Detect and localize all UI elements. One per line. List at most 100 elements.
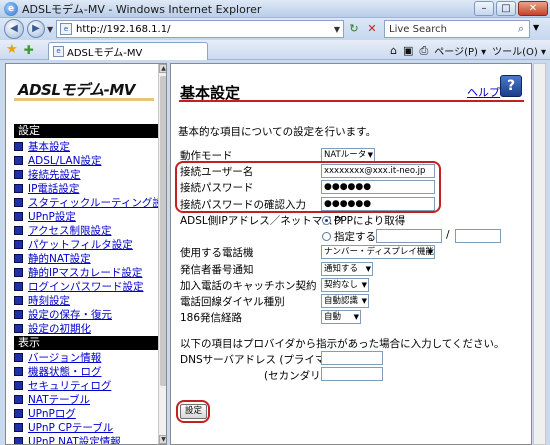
menu-item[interactable]: 基本設定 [14, 139, 166, 154]
help-link[interactable]: ヘルプ [467, 84, 500, 100]
browser-tab[interactable]: e ADSLモデム-MV [48, 42, 208, 60]
menu-item[interactable]: NATテーブル [14, 392, 121, 406]
page-menu[interactable]: ページ(P) ▾ [434, 43, 486, 58]
menu-link-ip-masquerade[interactable]: 静的IPマスカレード設定 [28, 265, 142, 280]
bullet-icon [14, 295, 23, 305]
menu-item[interactable]: スタティックルーティング設定 [14, 195, 166, 210]
dns-secondary-field[interactable] [321, 367, 383, 381]
menu-item[interactable]: IP電話設定 [14, 181, 166, 196]
minimize-icon[interactable]: – [474, 1, 494, 16]
menu-link-static-nat[interactable]: 静的NAT設定 [28, 251, 91, 266]
search-dropdown-icon[interactable]: ▼ [533, 23, 539, 32]
bullet-icon [14, 141, 23, 151]
dns-primary-field[interactable] [321, 351, 383, 365]
bullet-icon [14, 155, 23, 165]
menu-link-initialize[interactable]: 設定の初期化 [28, 321, 91, 336]
favorites-star-icon[interactable]: ★ [6, 42, 18, 57]
bullet-icon [14, 352, 23, 362]
search-icon[interactable]: ⌕ [513, 22, 529, 36]
bullet-icon [14, 253, 23, 263]
settings-section-heading: 設定 [14, 124, 162, 138]
menu-link-nat-table[interactable]: NATテーブル [28, 392, 90, 407]
close-icon[interactable]: ✕ [518, 1, 548, 16]
menu-item[interactable]: UPnPログ [14, 406, 121, 420]
menu-item[interactable]: 静的IPマスカレード設定 [14, 265, 166, 280]
menu-link-connection[interactable]: 接続先設定 [28, 167, 81, 182]
caller-id-select[interactable]: 通知する ▼ [321, 262, 373, 276]
main-scrollbar[interactable] [533, 63, 546, 445]
menu-item[interactable]: セキュリティログ [14, 378, 121, 392]
dial-type-select[interactable]: 自動認識 ▼ [321, 294, 369, 308]
phone-device-select[interactable]: ナンバー・ディスプレイ機能なし▼ [321, 245, 435, 259]
menu-link-login-password[interactable]: ログインパスワード設定 [28, 279, 144, 294]
feeds-icon[interactable]: ▣ [403, 44, 413, 57]
menu-item[interactable]: 設定の保存・復元 [14, 307, 166, 322]
menu-link-save-restore[interactable]: 設定の保存・復元 [28, 307, 112, 322]
menu-item[interactable]: パケットフィルタ設定 [14, 237, 166, 252]
bullet-icon [14, 281, 23, 291]
menu-item[interactable]: UPnP NAT設定情報 [14, 434, 121, 445]
stop-icon[interactable]: ✕ [364, 21, 380, 37]
op-mode-value: NATルータ [324, 150, 367, 160]
wan-ip-field[interactable] [376, 229, 442, 243]
netmask-field[interactable] [455, 229, 501, 243]
menu-item[interactable]: アクセス制限設定 [14, 223, 166, 238]
menu-link-time[interactable]: 時刻設定 [28, 293, 70, 308]
catch-phone-label: 加入電話のキャッチホン契約 [180, 280, 317, 292]
menu-link-device-status[interactable]: 機器状態・ログ [28, 364, 102, 379]
submit-button[interactable]: 設定 [180, 404, 207, 419]
menu-link-basic[interactable]: 基本設定 [28, 139, 70, 154]
menu-item[interactable]: 接続先設定 [14, 167, 166, 182]
manual-radio[interactable] [322, 232, 331, 241]
add-favorite-icon[interactable]: ✚ [24, 43, 34, 57]
url-dropdown-icon[interactable]: ▼ [331, 25, 343, 34]
menu-link-security-log[interactable]: セキュリティログ [28, 378, 111, 393]
left-scrollbar[interactable]: ▲ ▼ [158, 64, 166, 444]
forward-icon[interactable]: ▶ [27, 20, 45, 38]
dial-type-label: 電話回線ダイヤル種別 [180, 296, 285, 308]
menu-link-version[interactable]: バージョン情報 [28, 350, 101, 365]
bullet-icon [14, 380, 23, 390]
menu-item[interactable]: 設定の初期化 [14, 321, 166, 336]
tools-menu[interactable]: ツール(O) ▾ [492, 43, 546, 58]
route-186-select[interactable]: 自動 ▼ [321, 310, 361, 324]
scroll-down-icon[interactable]: ▼ [159, 435, 166, 444]
menu-link-upnp-cp-table[interactable]: UPnP CPテーブル [28, 420, 113, 435]
menu-item[interactable]: ログインパスワード設定 [14, 279, 166, 294]
maximize-icon[interactable]: □ [496, 1, 516, 16]
menu-item[interactable]: バージョン情報 [14, 350, 121, 364]
url-text[interactable]: http://192.168.1.1/ [76, 24, 331, 35]
menu-link-static-routing[interactable]: スタティックルーティング設定 [28, 195, 166, 210]
dns-secondary-label: (セカンダリ) [264, 370, 325, 382]
caller-id-value: 通知する [324, 264, 359, 274]
search-input[interactable]: Live Search ⌕ [384, 20, 530, 38]
search-placeholder[interactable]: Live Search [389, 24, 513, 35]
menu-link-access-restriction[interactable]: アクセス制限設定 [28, 223, 111, 238]
menu-link-adsl-lan[interactable]: ADSL/LAN設定 [28, 153, 101, 168]
catch-phone-select[interactable]: 契約なし ▼ [321, 278, 369, 292]
menu-item[interactable]: ADSL/LAN設定 [14, 153, 166, 168]
menu-link-packet-filter[interactable]: パケットフィルタ設定 [28, 237, 133, 252]
ppp-radio[interactable] [322, 216, 331, 225]
home-icon[interactable]: ⌂ [390, 44, 397, 57]
op-mode-select[interactable]: NATルータ ▼ [321, 148, 375, 162]
menu-item[interactable]: UPnP CPテーブル [14, 420, 121, 434]
url-field[interactable]: e http://192.168.1.1/ ▼ [56, 20, 344, 38]
menu-link-ip-phone[interactable]: IP電話設定 [28, 181, 79, 196]
menu-item[interactable]: 時刻設定 [14, 293, 166, 308]
print-icon[interactable]: ⎙ [419, 44, 428, 58]
ie-logo-icon: e [4, 1, 18, 16]
refresh-icon[interactable]: ↻ [346, 21, 362, 37]
scroll-up-icon[interactable]: ▲ [159, 64, 166, 73]
menu-link-upnp[interactable]: UPnP設定 [28, 209, 76, 224]
menu-item[interactable]: 静的NAT設定 [14, 251, 166, 266]
back-icon[interactable]: ◀ [4, 19, 24, 39]
help-icon[interactable]: ? [500, 75, 522, 97]
bullet-icon [14, 183, 23, 193]
menu-link-upnp-log[interactable]: UPnPログ [28, 406, 76, 421]
history-dropdown-icon[interactable]: ▼ [47, 25, 53, 34]
menu-item[interactable]: 機器状態・ログ [14, 364, 121, 378]
menu-link-upnp-nat-info[interactable]: UPnP NAT設定情報 [28, 434, 121, 445]
scroll-thumb[interactable] [160, 76, 166, 386]
menu-item[interactable]: UPnP設定 [14, 209, 166, 224]
